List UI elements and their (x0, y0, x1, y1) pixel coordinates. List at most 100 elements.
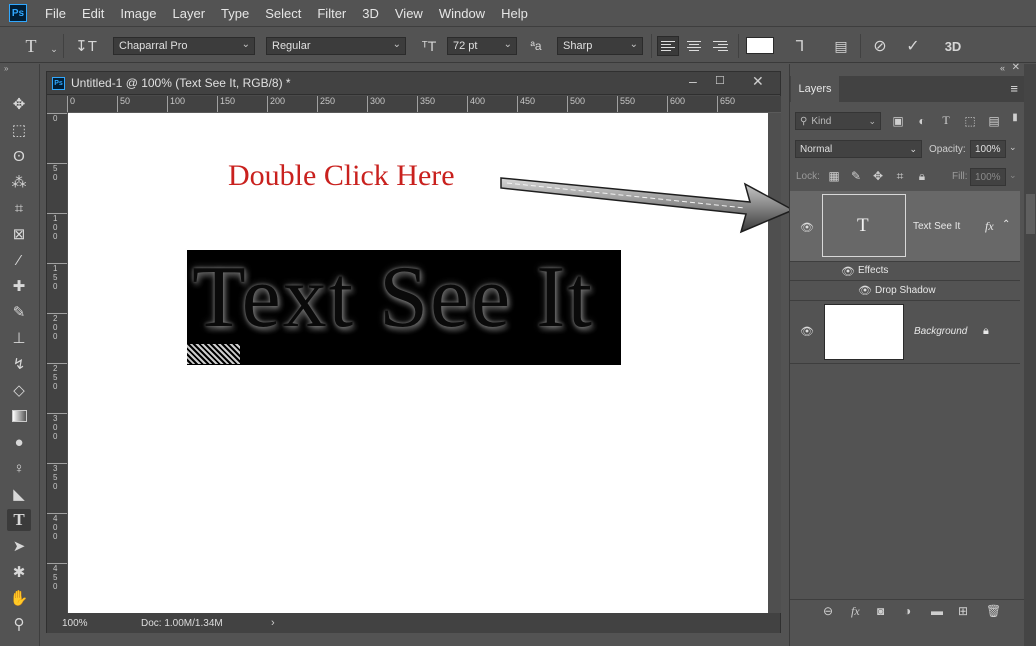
layer-row-text-see-it[interactable]: 👁︎ T Text See It fx ⌃ (790, 191, 1020, 262)
marquee-tool-icon[interactable]: ⬚ (7, 119, 31, 141)
font-size-select[interactable]: 72 pt ⌄ (447, 37, 517, 55)
tab-layers[interactable]: Layers (791, 76, 839, 102)
menu-edit[interactable]: Edit (82, 6, 104, 21)
visibility-eye-icon[interactable]: 👁︎ (800, 325, 814, 338)
add-mask-icon[interactable]: ◙ (877, 604, 884, 618)
quick-selection-tool-icon[interactable]: ⁂ (7, 171, 31, 193)
font-style-select[interactable]: Regular ⌄ (266, 37, 406, 55)
minimize-icon[interactable]: – (689, 73, 697, 89)
new-group-icon[interactable]: ▬ (931, 604, 943, 618)
layer-effects-fx-icon[interactable]: fx (985, 219, 994, 234)
menu-file[interactable]: File (45, 6, 66, 21)
collapse-panel-icon[interactable]: « (1000, 63, 1005, 73)
panel-scrollbar[interactable] (1024, 64, 1036, 646)
lock-transparent-pixels-icon[interactable]: ▦ (827, 169, 841, 183)
text-color-swatch[interactable] (746, 37, 774, 54)
align-right-button[interactable] (709, 36, 731, 56)
tool-preset-chevron-icon[interactable]: ⌄ (43, 38, 65, 60)
layer-row-background[interactable]: 👁︎ Background 🔒︎ (790, 301, 1020, 364)
background-layer-thumbnail[interactable] (824, 304, 904, 360)
add-layer-style-icon[interactable]: fx (851, 604, 860, 619)
close-panel-icon[interactable]: ✕ (1012, 62, 1020, 73)
brush-tool-icon[interactable]: ✎ (7, 301, 31, 323)
move-tool-icon[interactable]: ✥ (7, 93, 31, 115)
menu-help[interactable]: Help (501, 6, 528, 21)
fill-field[interactable]: 100% (970, 168, 1006, 186)
text-orientation-icon[interactable]: ↧T (75, 35, 97, 57)
eyedropper-tool-icon[interactable]: ⁄ (7, 249, 31, 271)
pen-tool-icon[interactable]: ◣ (7, 483, 31, 505)
lock-position-icon[interactable]: ✥ (871, 169, 885, 183)
close-icon[interactable]: ✕ (752, 73, 764, 90)
new-layer-icon[interactable]: ⊞ (958, 604, 968, 618)
commit-checkmark-icon[interactable]: ✓ (902, 35, 924, 57)
lasso-tool-icon[interactable]: ʘ (7, 145, 31, 167)
type-tool-icon[interactable]: T (20, 35, 42, 57)
lock-artboards-icon[interactable]: ⌗ (893, 169, 907, 184)
crop-tool-icon[interactable]: ⌗ (7, 197, 31, 219)
layer-name[interactable]: Background (914, 326, 967, 337)
menu-image[interactable]: Image (120, 6, 156, 21)
menu-select[interactable]: Select (265, 6, 301, 21)
dodge-tool-icon[interactable]: ♀ (7, 457, 31, 479)
character-panel-icon[interactable]: ▤ (830, 35, 852, 57)
healing-brush-tool-icon[interactable]: ✚ (7, 275, 31, 297)
gradient-tool-icon[interactable] (7, 405, 31, 427)
warp-text-icon[interactable]: Ꞁ (789, 35, 811, 57)
vertical-ruler[interactable]: 0 5 0 1 0 0 1 5 0 2 0 0 2 5 0 3 0 0 3 5 … (47, 113, 67, 613)
menu-filter[interactable]: Filter (317, 6, 346, 21)
opacity-field[interactable]: 100% (970, 140, 1006, 158)
filter-shape-layers-icon[interactable]: ⬚ (963, 114, 977, 128)
visibility-eye-icon[interactable]: 👁︎ (841, 265, 855, 278)
link-layers-icon[interactable]: ⊖ (823, 604, 833, 618)
document-tab[interactable]: Ps Untitled-1 @ 100% (Text See It, RGB/8… (47, 72, 780, 95)
text-layer-thumbnail[interactable]: T (822, 194, 906, 257)
filter-kind-select[interactable]: ⚲ Kind ⌄ (795, 112, 881, 130)
cancel-icon[interactable]: ⊘ (869, 35, 891, 57)
menu-3d[interactable]: 3D (362, 6, 379, 21)
align-left-button[interactable] (657, 36, 679, 56)
layer-effect-drop-shadow[interactable]: 👁︎ Drop Shadow (790, 281, 1020, 301)
filter-smart-objects-icon[interactable]: ▤ (987, 114, 1001, 128)
chevron-down-icon[interactable]: ⌄ (1009, 142, 1017, 153)
delete-layer-icon[interactable]: 🗑︎ (986, 604, 1001, 618)
antialias-select[interactable]: Sharp ⌄ (557, 37, 643, 55)
blur-tool-icon[interactable]: ● (7, 431, 31, 453)
menu-layer[interactable]: Layer (173, 6, 206, 21)
custom-shape-tool-icon[interactable]: ✱ (7, 561, 31, 583)
visibility-eye-icon[interactable]: 👁︎ (858, 284, 872, 297)
visibility-eye-icon[interactable]: 👁︎ (800, 221, 814, 234)
3d-button[interactable]: 3D (942, 35, 964, 57)
chevron-right-icon[interactable]: › (271, 617, 275, 629)
maximize-icon[interactable]: ☐ (715, 74, 725, 87)
blend-mode-select[interactable]: Normal ⌄ (795, 140, 922, 158)
lock-image-pixels-icon[interactable]: ✎ (849, 169, 863, 183)
horizontal-type-tool-icon[interactable]: T (7, 509, 31, 531)
history-brush-tool-icon[interactable]: ↯ (7, 353, 31, 375)
text-layer-content[interactable]: Text See It (192, 247, 594, 348)
lock-all-icon[interactable]: 🔒︎ (915, 169, 929, 184)
filter-adjustment-layers-icon[interactable]: ◐ (915, 114, 929, 128)
collapse-effects-chevron-icon[interactable]: ⌃ (1002, 219, 1010, 230)
expand-panel-icon[interactable]: » (4, 64, 8, 73)
menu-type[interactable]: Type (221, 6, 249, 21)
hand-tool-icon[interactable]: ✋ (7, 587, 31, 609)
new-adjustment-layer-icon[interactable]: ◑ (904, 604, 911, 618)
layer-effects-row[interactable]: 👁︎ Effects (790, 262, 1020, 281)
menu-window[interactable]: Window (439, 6, 485, 21)
panel-collapse-bar[interactable]: « ✕ (790, 62, 1036, 74)
path-selection-tool-icon[interactable]: ➤ (7, 535, 31, 557)
horizontal-ruler[interactable]: 0 50 100 150 200 250 300 350 400 450 500… (67, 96, 781, 113)
layer-name[interactable]: Text See It (913, 221, 960, 232)
clone-stamp-tool-icon[interactable]: ⊥ (7, 327, 31, 349)
zoom-tool-icon[interactable]: ⚲ (7, 613, 31, 635)
menu-view[interactable]: View (395, 6, 423, 21)
eraser-tool-icon[interactable]: ◇ (7, 379, 31, 401)
frame-tool-icon[interactable]: ⊠ (7, 223, 31, 245)
align-center-button[interactable] (683, 36, 705, 56)
filter-type-layers-icon[interactable]: T (939, 113, 953, 128)
filter-pixel-layers-icon[interactable]: ▣ (891, 114, 905, 128)
zoom-level-field[interactable]: 100% (47, 618, 97, 629)
filter-toggle-icon[interactable]: ▮ (1008, 112, 1022, 123)
font-family-select[interactable]: Chaparral Pro ⌄ (113, 37, 255, 55)
